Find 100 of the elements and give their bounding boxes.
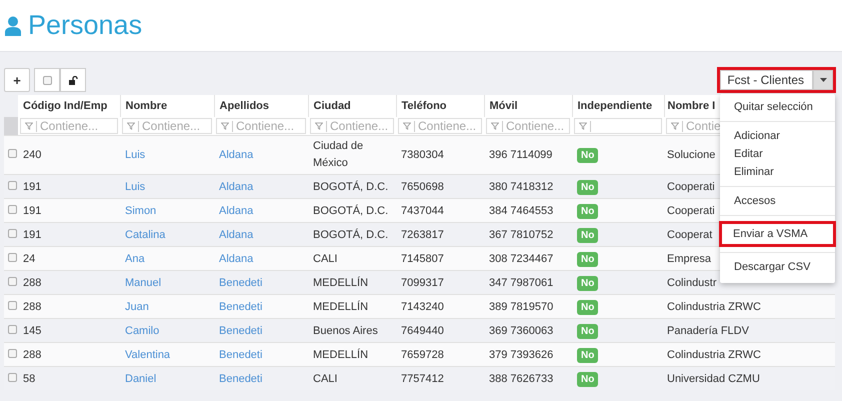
name-link[interactable]: Catalina — [125, 228, 166, 240]
name-link[interactable]: Luis — [125, 149, 146, 161]
table-cell: 369 7360063 — [484, 318, 572, 342]
view-select[interactable]: Fcst - Clientes — [717, 67, 836, 93]
surname-link[interactable]: Aldana — [219, 180, 254, 192]
add-button[interactable]: + — [4, 68, 30, 92]
row-checkbox[interactable] — [8, 252, 17, 262]
status-badge: No — [577, 348, 598, 362]
surname-link[interactable]: Benedeti — [219, 324, 262, 336]
table-cell: 384 7464553 — [484, 198, 572, 222]
row-checkbox[interactable] — [8, 324, 17, 334]
column-header[interactable]: Independiente — [572, 95, 664, 117]
row-checkbox[interactable] — [8, 180, 17, 190]
table-cell: MEDELLÍN — [308, 270, 396, 294]
row-checkbox[interactable] — [8, 204, 17, 214]
table-cell: BOGOTÁ, D.C. — [308, 174, 396, 198]
filter-field[interactable]: Contiene... — [310, 118, 394, 134]
name-link[interactable]: Juan — [125, 300, 149, 312]
filter-icon — [315, 122, 323, 130]
column-header[interactable]: Móvil — [484, 95, 572, 117]
column-header[interactable]: Ciudad — [308, 95, 396, 117]
name-link[interactable]: Daniel — [125, 372, 156, 384]
filter-icon — [221, 122, 229, 130]
column-header[interactable]: Teléfono — [396, 95, 484, 117]
table-cell: MEDELLÍN — [308, 342, 396, 366]
status-badge: No — [577, 324, 598, 338]
name-link[interactable]: Manuel — [125, 276, 162, 288]
row-checkbox[interactable] — [8, 228, 17, 238]
table-cell: 145 — [18, 318, 120, 342]
table-cell: 7437044 — [396, 198, 484, 222]
filter-icon — [579, 122, 587, 130]
filter-field[interactable]: Contiene... — [398, 118, 482, 134]
table-cell: 7143240 — [396, 294, 484, 318]
table-cell: Buenos Aires — [308, 318, 396, 342]
status-badge: No — [577, 180, 598, 194]
filter-field[interactable]: Contiene... — [486, 118, 570, 134]
filter-icon — [671, 122, 679, 130]
row-checkbox[interactable] — [8, 149, 17, 158]
user-icon — [4, 16, 22, 36]
filter-field[interactable]: Contiene... — [20, 118, 118, 134]
table-cell: 367 7810752 — [484, 222, 572, 246]
row-checkbox[interactable] — [8, 300, 17, 310]
column-header[interactable]: Código Ind/Emp — [18, 95, 120, 117]
page-title: Personas — [28, 10, 142, 41]
name-link[interactable]: Camilo — [125, 324, 160, 336]
filter-icon — [25, 122, 33, 130]
surname-link[interactable]: Aldana — [219, 204, 254, 216]
table-cell: 24 — [18, 246, 120, 270]
table-cell: 7650698 — [396, 174, 484, 198]
surname-link[interactable]: Benedeti — [219, 276, 262, 288]
filter-field[interactable]: Contiene... — [216, 118, 306, 134]
column-header[interactable]: Apellidos — [214, 95, 308, 117]
surname-link[interactable]: Aldana — [219, 149, 254, 161]
table-cell: Panadería FLDV — [664, 318, 834, 342]
table-cell: 7145807 — [396, 246, 484, 270]
filter-field[interactable] — [574, 118, 662, 134]
surname-link[interactable]: Aldana — [219, 228, 254, 240]
table-cell: 308 7234467 — [484, 246, 572, 270]
status-badge: No — [577, 372, 598, 386]
row-checkbox[interactable] — [8, 276, 17, 286]
lock-button[interactable] — [60, 68, 86, 92]
filter-icon — [491, 122, 499, 130]
table-cell: 389 7819570 — [484, 294, 572, 318]
table-cell: 191 — [18, 222, 120, 246]
table-cell: 379 7393626 — [484, 342, 572, 366]
table-cell: Colindustria ZRWC — [664, 342, 834, 366]
table-cell: 7380304 — [396, 136, 484, 174]
status-badge: No — [577, 148, 598, 163]
filter-field[interactable]: Contiene... — [122, 118, 212, 134]
table-cell: 288 — [18, 294, 120, 318]
table-cell: 191 — [18, 198, 120, 222]
table-cell: 7659728 — [396, 342, 484, 366]
table-cell: 288 — [18, 342, 120, 366]
status-badge: No — [577, 228, 598, 242]
surname-link[interactable]: Aldana — [219, 252, 254, 264]
table-cell: 347 7987061 — [484, 270, 572, 294]
table-cell: BOGOTÁ, D.C. — [308, 198, 396, 222]
status-badge: No — [577, 252, 598, 266]
name-link[interactable]: Luis — [125, 180, 146, 192]
table-cell: 7263817 — [396, 222, 484, 246]
menu-item[interactable]: Editar — [720, 145, 835, 163]
table-cell: Ciudad de México — [308, 136, 396, 174]
name-link[interactable]: Ana — [125, 252, 145, 264]
table-cell: BOGOTÁ, D.C. — [308, 222, 396, 246]
table-cell: 191 — [18, 174, 120, 198]
table-cell: 240 — [18, 136, 120, 174]
unlock-icon — [68, 76, 78, 84]
table-cell: 7099317 — [396, 270, 484, 294]
row-checkbox[interactable] — [8, 372, 17, 382]
caret-icon — [820, 78, 826, 82]
menu-item[interactable]: Enviar a VSMA — [719, 221, 836, 247]
column-header[interactable]: Nombre — [120, 95, 214, 117]
table-cell: MEDELLÍN — [308, 294, 396, 318]
filter-icon — [403, 122, 411, 130]
status-badge: No — [577, 204, 598, 218]
name-link[interactable]: Simon — [125, 204, 156, 216]
menu-item[interactable]: Quitar selección — [720, 98, 835, 116]
status-badge: No — [577, 300, 598, 314]
surname-link[interactable]: Benedeti — [219, 372, 262, 384]
row-checkbox[interactable] — [8, 348, 17, 358]
